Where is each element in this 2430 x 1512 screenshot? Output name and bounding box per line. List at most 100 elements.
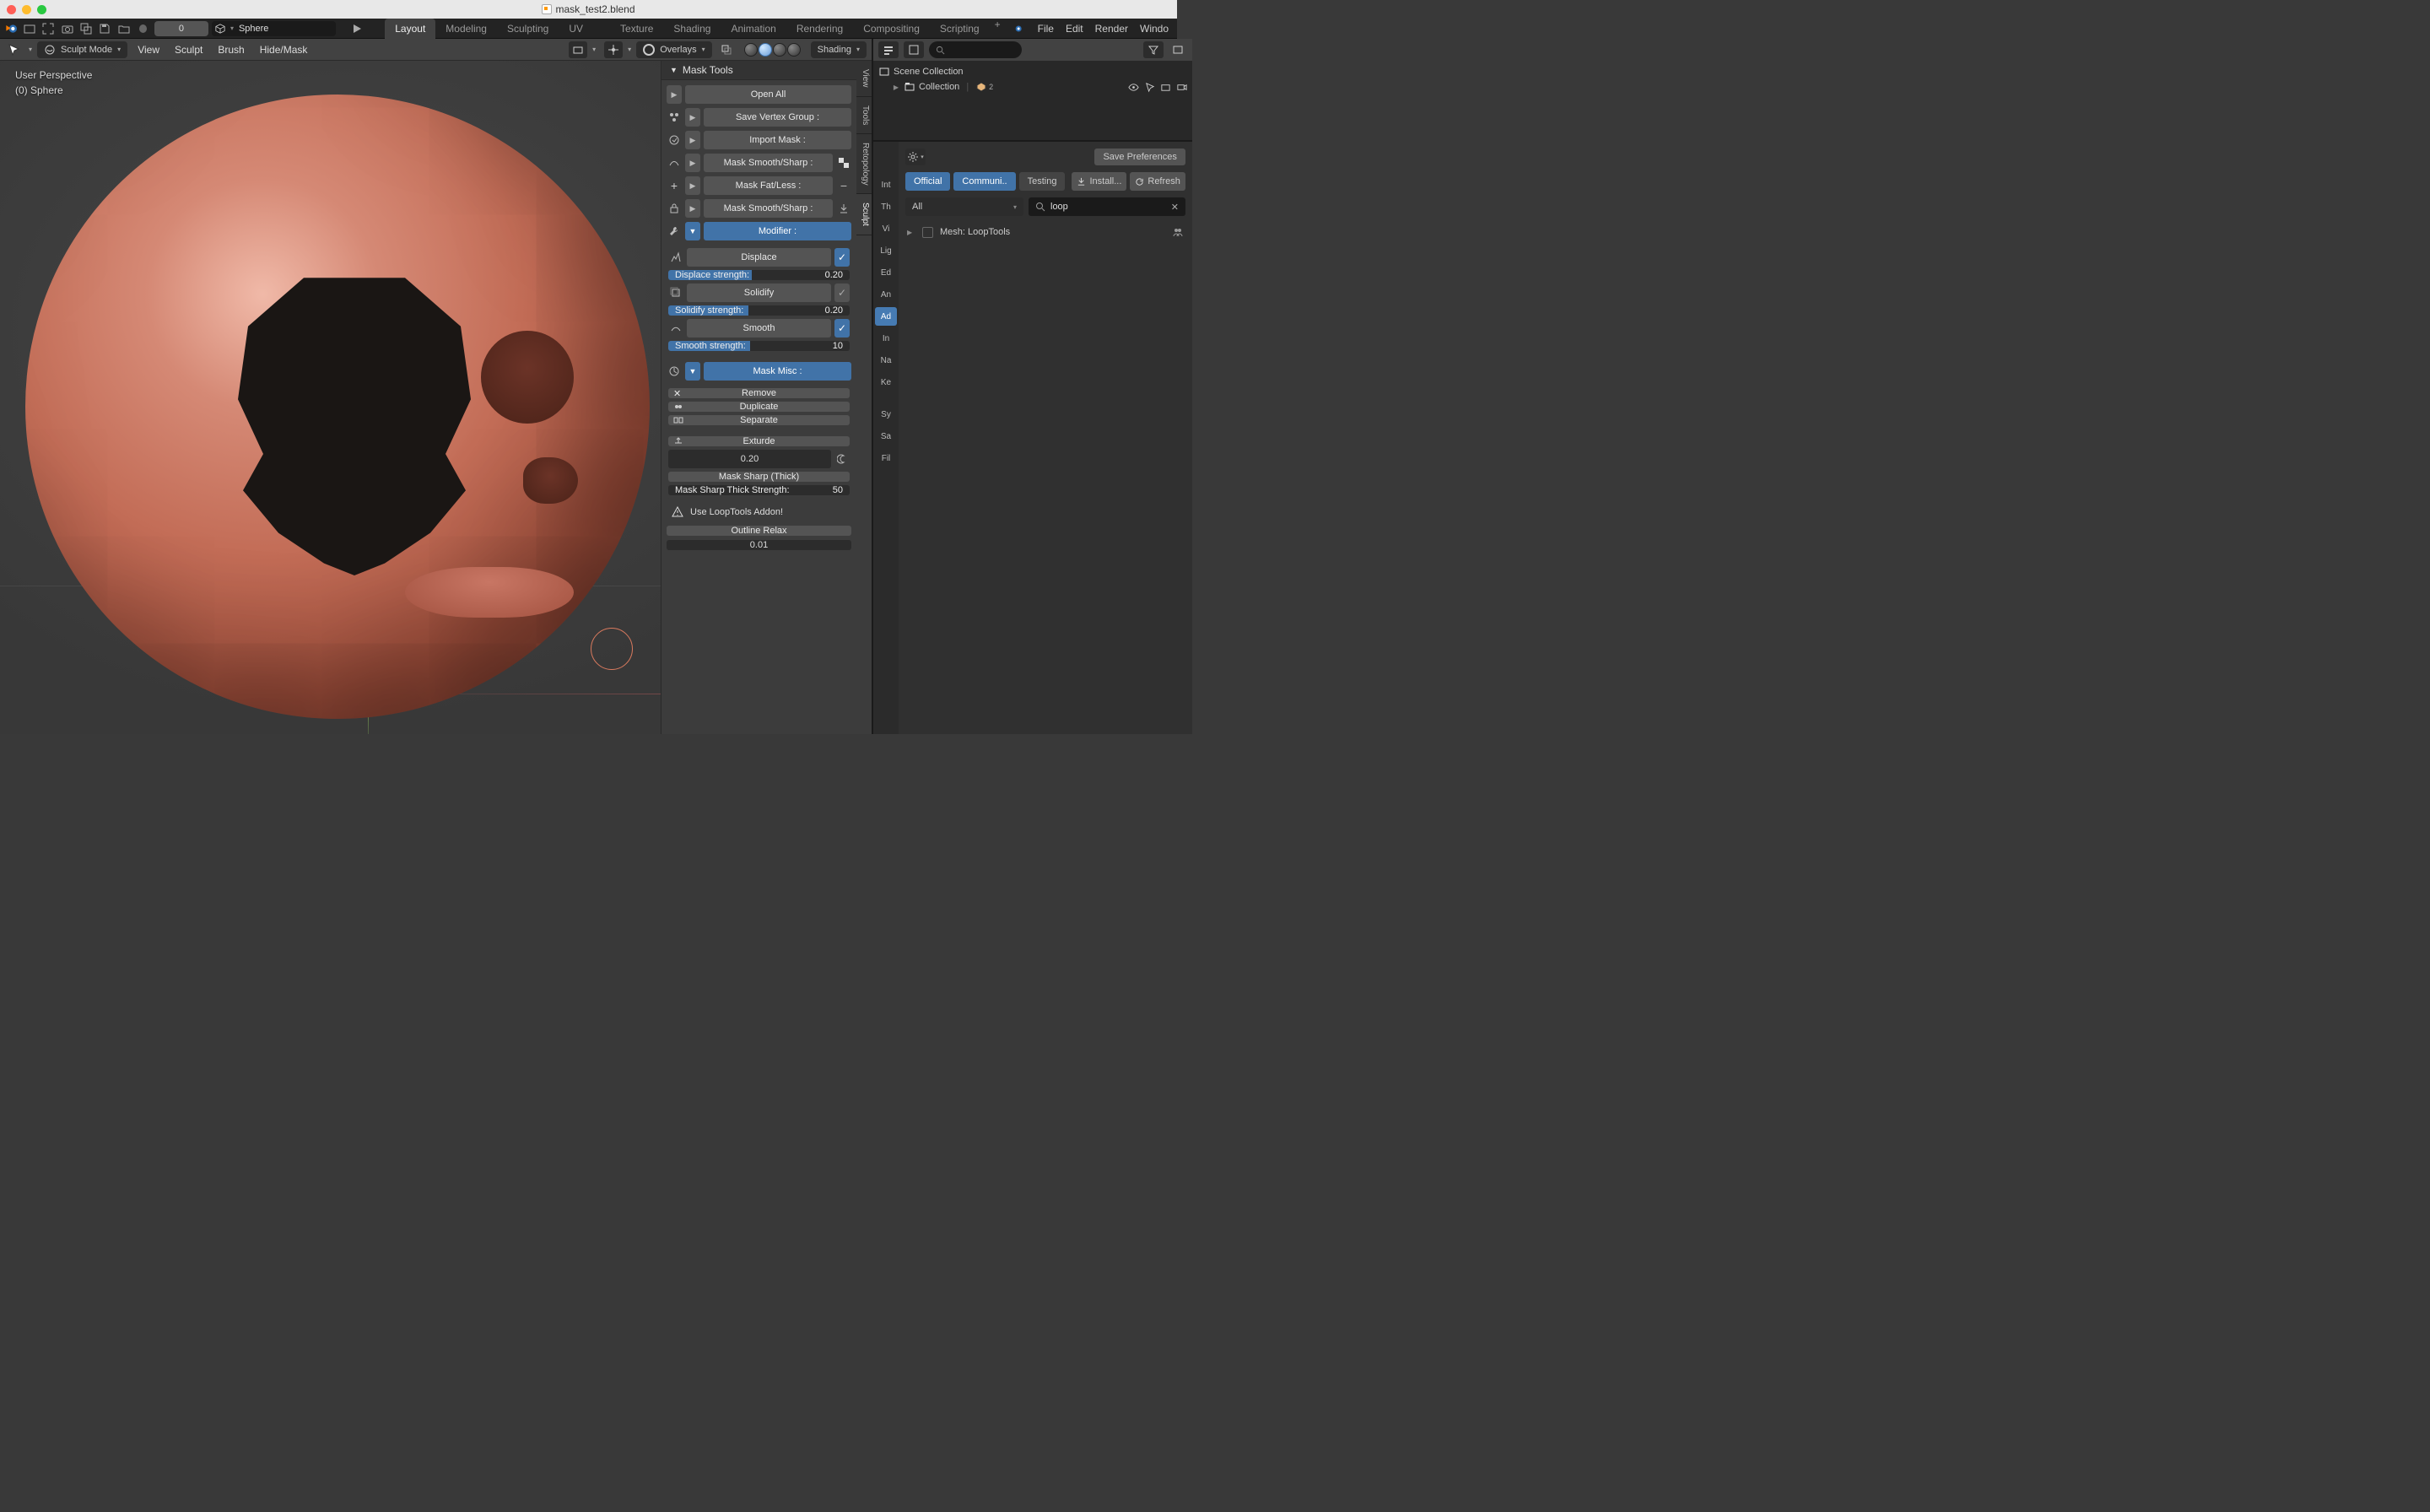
mask-fat-less-button[interactable]: Mask Fat/Less :: [704, 176, 833, 195]
mask-tools-header[interactable]: ▼ Mask Tools: [662, 61, 856, 80]
displace-button[interactable]: Displace: [687, 248, 831, 267]
xray-icon[interactable]: [717, 41, 736, 58]
mask-smooth-sharp-button-2[interactable]: Mask Smooth/Sharp :: [704, 199, 833, 218]
addons-official-button[interactable]: Official: [905, 172, 950, 191]
expand-arrow-icon[interactable]: ▶: [685, 199, 700, 218]
blender-logo-icon[interactable]: [5, 22, 19, 35]
minus-icon[interactable]: −: [836, 176, 851, 195]
camera-icon[interactable]: [60, 20, 75, 37]
record-icon[interactable]: [139, 24, 147, 33]
eye-icon[interactable]: [1128, 82, 1139, 93]
workspace-tab-shading[interactable]: Shading: [663, 19, 721, 39]
mask-misc-header-button[interactable]: Mask Misc :: [704, 362, 851, 381]
shading-solid-icon[interactable]: [759, 43, 772, 57]
solidify-button[interactable]: Solidify: [687, 284, 831, 302]
mask-sharp-thick-button[interactable]: Mask Sharp (Thick): [668, 472, 850, 482]
solidify-strength-slider[interactable]: Solidify strength: 0.20: [668, 305, 850, 316]
ptab-interface[interactable]: Int: [875, 176, 897, 194]
fullscreen-icon[interactable]: [40, 20, 56, 37]
folder-icon[interactable]: [116, 20, 131, 37]
vh-menu-hide-mask[interactable]: Hide/Mask: [255, 44, 313, 56]
workspace-tab-scripting[interactable]: Scripting: [930, 19, 990, 39]
expand-arrow-icon[interactable]: ▶: [685, 131, 700, 149]
menu-file[interactable]: File: [1038, 23, 1054, 35]
ptab-animation[interactable]: An: [875, 285, 897, 304]
install-addon-button[interactable]: Install...: [1072, 172, 1126, 191]
moon-icon[interactable]: [834, 450, 850, 468]
exturde-value-field[interactable]: 0.20: [668, 450, 831, 468]
workspace-tab-compositing[interactable]: Compositing: [853, 19, 930, 39]
checker-icon[interactable]: [836, 154, 851, 172]
open-all-button[interactable]: Open All: [685, 85, 851, 104]
workspace-tab-rendering[interactable]: Rendering: [786, 19, 853, 39]
vh-menu-view[interactable]: View: [132, 44, 165, 56]
refresh-addons-button[interactable]: Refresh: [1130, 172, 1185, 191]
outliner-display-mode-dropdown[interactable]: [878, 41, 899, 58]
expand-triangle-icon[interactable]: ▶: [907, 229, 915, 236]
add-workspace-button[interactable]: +: [990, 19, 1006, 39]
separate-button[interactable]: Separate: [668, 415, 850, 425]
overlays-dropdown[interactable]: Overlays ▾: [636, 41, 711, 58]
import-mask-button[interactable]: Import Mask :: [704, 131, 851, 149]
outline-relax-button[interactable]: Outline Relax: [667, 526, 851, 536]
vtab-retopology[interactable]: Retopology: [856, 134, 872, 195]
active-object-field[interactable]: ▾ Sphere: [212, 21, 336, 36]
expand-triangle-icon[interactable]: ▶: [892, 84, 900, 91]
ptab-editing[interactable]: Ed: [875, 263, 897, 282]
expand-arrow-down-icon[interactable]: ▼: [685, 222, 700, 240]
workspace-tab-texture-paint[interactable]: Texture Paint: [610, 19, 663, 39]
vh-menu-brush[interactable]: Brush: [213, 44, 249, 56]
vh-menu-sculpt[interactable]: Sculpt: [170, 44, 208, 56]
outliner-scene-collection-row[interactable]: Scene Collection: [878, 64, 1187, 79]
cursor-tool-icon[interactable]: [5, 41, 24, 58]
menu-edit[interactable]: Edit: [1066, 23, 1083, 35]
save-preferences-button[interactable]: Save Preferences: [1094, 148, 1185, 165]
displace-strength-slider[interactable]: Displace strength: 0.20: [668, 270, 850, 280]
expand-arrow-icon[interactable]: ▶: [685, 176, 700, 195]
expand-arrow-down-icon[interactable]: ▼: [685, 362, 700, 381]
workspace-tab-uv-editing[interactable]: UV Editing: [559, 19, 610, 39]
shading-material-icon[interactable]: [773, 43, 786, 57]
workspace-tab-sculpting[interactable]: Sculpting: [497, 19, 559, 39]
selectability-icon[interactable]: [569, 41, 587, 58]
ptab-viewport[interactable]: Vi: [875, 219, 897, 238]
workspace-tab-layout[interactable]: Layout: [385, 19, 435, 39]
outliner-search-field[interactable]: [929, 41, 1022, 58]
outliner-tree[interactable]: Scene Collection ▶ Collection | 2: [873, 61, 1192, 140]
preferences-settings-dropdown[interactable]: ▾: [905, 148, 926, 165]
remove-button[interactable]: ✕ Remove: [668, 388, 850, 398]
shading-rendered-icon[interactable]: [787, 43, 801, 57]
addon-row-looptools[interactable]: ▶ Mesh: LoopTools: [905, 223, 1185, 241]
expand-arrow-icon[interactable]: ▶: [685, 108, 700, 127]
ptab-lights[interactable]: Lig: [875, 241, 897, 260]
mask-smooth-sharp-button[interactable]: Mask Smooth/Sharp :: [704, 154, 833, 172]
addon-category-dropdown[interactable]: All ▾: [905, 197, 1023, 216]
addon-enable-checkbox[interactable]: [922, 227, 933, 238]
expand-arrow-icon[interactable]: ▶: [667, 85, 682, 104]
gizmo-icon[interactable]: [604, 41, 623, 58]
workspace-tab-modeling[interactable]: Modeling: [435, 19, 497, 39]
download-icon[interactable]: [836, 199, 851, 218]
ptab-navigation[interactable]: Na: [875, 351, 897, 370]
addons-community-button[interactable]: Communi..: [953, 172, 1015, 191]
addon-search-field[interactable]: loop ✕: [1029, 197, 1185, 216]
addons-testing-button[interactable]: Testing: [1019, 172, 1066, 191]
play-icon[interactable]: [349, 20, 364, 37]
3d-viewport[interactable]: User Perspective (0) Sphere ▼ Mask Tools…: [0, 61, 872, 734]
duplicate-icon[interactable]: [78, 20, 94, 37]
render-icon[interactable]: [1160, 82, 1171, 93]
exturde-button[interactable]: Exturde: [668, 436, 850, 446]
outline-relax-value[interactable]: 0.01: [667, 540, 851, 550]
outliner-view-dropdown[interactable]: [904, 41, 924, 58]
shading-wireframe-icon[interactable]: [744, 43, 758, 57]
ptab-themes[interactable]: Th: [875, 197, 897, 216]
ptab-file[interactable]: Fil: [875, 449, 897, 467]
frame-field[interactable]: 0: [154, 21, 208, 36]
duplicate-button[interactable]: Duplicate: [668, 402, 850, 412]
window-new-icon[interactable]: [22, 20, 37, 37]
smooth-toggle[interactable]: ✓: [834, 319, 850, 338]
clear-search-button[interactable]: ✕: [1171, 202, 1179, 213]
smooth-strength-slider[interactable]: Smooth strength: 10: [668, 341, 850, 351]
blender-menu-icon[interactable]: [1009, 20, 1026, 37]
ptab-input[interactable]: In: [875, 329, 897, 348]
